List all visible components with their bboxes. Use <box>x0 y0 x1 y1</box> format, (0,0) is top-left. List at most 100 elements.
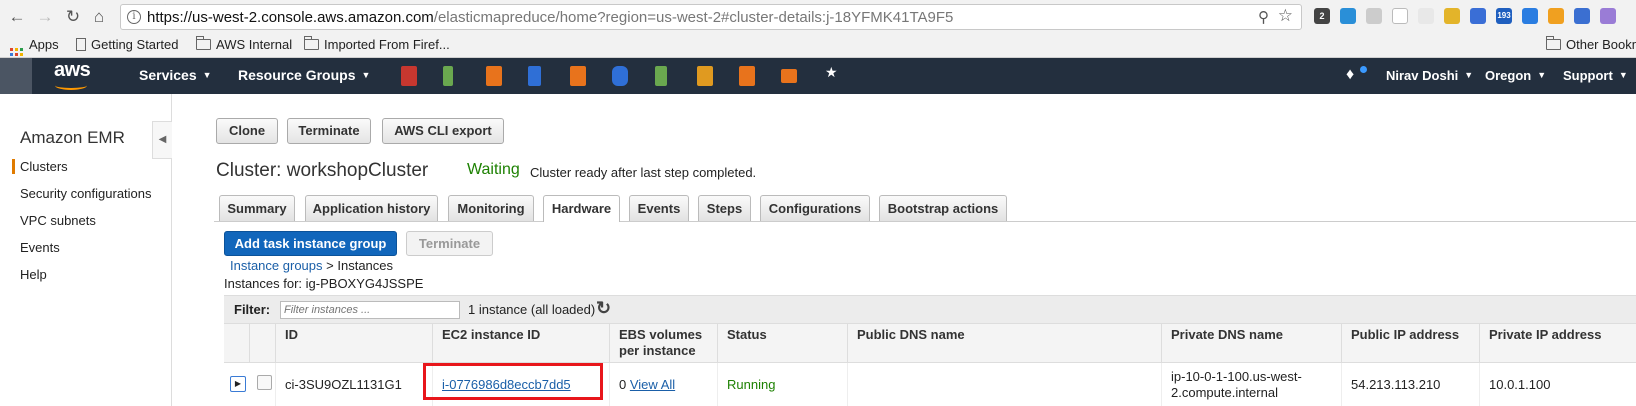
status-text: Running <box>727 376 776 392</box>
tab-summary[interactable]: Summary <box>219 195 295 221</box>
filter-instances-input[interactable] <box>280 301 460 319</box>
user-menu[interactable]: Nirav Doshi ▼ <box>1386 68 1473 83</box>
column-header-ec2-instance-id[interactable]: EC2 instance ID <box>432 324 609 364</box>
column-header-ebs-volumes[interactable]: EBS volumes per instance <box>609 324 717 364</box>
breadcrumb-current: Instances <box>337 258 394 273</box>
services-menu[interactable]: Services ▼ <box>139 67 212 83</box>
service-shortcut-icon[interactable] <box>655 66 667 86</box>
aws-cli-export-button[interactable]: AWS CLI export <box>382 118 504 144</box>
add-task-instance-group-button[interactable]: Add task instance group <box>224 231 397 256</box>
breadcrumb: Instance groups > Instances <box>230 258 393 273</box>
extension-icon[interactable] <box>1522 8 1538 24</box>
status-badge: Waiting <box>467 161 520 178</box>
service-shortcut-icon[interactable] <box>612 66 628 86</box>
service-shortcut-icon[interactable] <box>697 66 713 86</box>
aws-smile-icon <box>55 81 87 90</box>
header-stub <box>0 58 32 94</box>
row-checkbox[interactable] <box>257 375 272 390</box>
bookmark-label: Other Bookm <box>1566 37 1636 52</box>
url-path: /elasticmapreduce/home?region=us-west-2#… <box>433 9 954 26</box>
extension-icon[interactable] <box>1340 8 1356 24</box>
collapse-sidebar-button[interactable]: ◀ <box>152 121 172 159</box>
aws-logo-text: aws <box>54 59 91 81</box>
url-text[interactable]: https://us-west-2.console.aws.amazon.com… <box>147 9 953 26</box>
cell-private-dns: ip-10-0-1-100.us-west-2.compute.internal <box>1161 363 1341 406</box>
caret-down-icon: ▼ <box>1464 70 1474 80</box>
extension-icon[interactable] <box>1600 8 1616 24</box>
sidebar-item-security-configurations[interactable]: Security configurations <box>20 186 152 201</box>
service-shortcut-icon[interactable] <box>739 66 755 86</box>
column-header-status[interactable]: Status <box>717 324 847 364</box>
tab-events[interactable]: Events <box>629 195 689 221</box>
aws-logo[interactable]: aws <box>54 59 91 90</box>
tab-bootstrap-actions[interactable]: Bootstrap actions <box>879 195 1007 221</box>
private-ip-text: 10.0.1.100 <box>1489 376 1551 392</box>
extension-icon[interactable] <box>1418 8 1434 24</box>
address-bar[interactable]: i https://us-west-2.console.aws.amazon.c… <box>120 4 1302 30</box>
clone-button[interactable]: Clone <box>216 118 278 144</box>
chevron-left-icon: ◀ <box>158 134 167 145</box>
region-menu[interactable]: Oregon ▼ <box>1485 68 1546 83</box>
expand-row-icon[interactable]: ▶ <box>230 376 246 392</box>
service-shortcut-icon[interactable] <box>781 69 797 83</box>
service-shortcut-icon[interactable] <box>528 66 541 86</box>
extension-icon[interactable] <box>1444 8 1460 24</box>
column-header-public-dns[interactable]: Public DNS name <box>847 324 1161 364</box>
tab-monitoring[interactable]: Monitoring <box>448 195 534 221</box>
cell-ebs-volumes: 0 View All <box>609 363 717 406</box>
extension-icon[interactable] <box>1392 8 1408 24</box>
breadcrumb-instance-groups[interactable]: Instance groups <box>230 258 323 273</box>
caret-down-icon: ▼ <box>361 70 371 80</box>
support-menu[interactable]: Support ▼ <box>1563 68 1628 83</box>
caret-down-icon: ▼ <box>1618 70 1628 80</box>
service-shortcut-icon[interactable] <box>401 66 417 86</box>
sidebar-item-events[interactable]: Events <box>20 240 60 255</box>
bookmark-aws-internal[interactable]: AWS Internal <box>196 36 292 52</box>
tab-application-history[interactable]: Application history <box>305 195 438 221</box>
extension-icon[interactable] <box>1574 8 1590 24</box>
service-shortcut-icon[interactable] <box>486 66 502 86</box>
tab-configurations[interactable]: Configurations <box>760 195 870 221</box>
sidebar-item-help[interactable]: Help <box>20 267 47 282</box>
tab-steps[interactable]: Steps <box>698 195 751 221</box>
home-icon[interactable]: ⌂ <box>88 6 110 28</box>
region-label: Oregon <box>1485 68 1532 83</box>
page-title: Cluster: workshopCluster <box>216 160 429 181</box>
cell-public-ip: 54.213.113.210 <box>1341 363 1479 406</box>
breadcrumb-separator: > <box>326 258 334 273</box>
sidebar-item-vpc-subnets[interactable]: VPC subnets <box>20 213 96 228</box>
column-header-private-ip[interactable]: Private IP address <box>1479 324 1636 364</box>
column-header-id[interactable]: ID <box>275 324 432 364</box>
terminate-cluster-button[interactable]: Terminate <box>287 118 371 144</box>
tab-hardware[interactable]: Hardware <box>543 195 620 222</box>
public-ip-text: 54.213.113.210 <box>1351 376 1441 392</box>
extension-icon[interactable] <box>1548 8 1564 24</box>
sidebar-item-label: VPC subnets <box>20 213 96 228</box>
bookmark-star-icon[interactable]: ☆ <box>1278 6 1293 26</box>
forward-arrow-icon[interactable]: → <box>34 6 56 28</box>
column-header-private-dns[interactable]: Private DNS name <box>1161 324 1341 364</box>
sidebar-item-clusters[interactable]: Clusters <box>12 159 68 174</box>
caret-down-icon: ▼ <box>202 70 212 80</box>
bookmark-imported[interactable]: Imported From Firef... <box>304 36 450 52</box>
service-shortcut-icon[interactable] <box>443 66 453 86</box>
extension-icon[interactable] <box>1470 8 1486 24</box>
extension-icon[interactable]: 193 <box>1496 8 1512 24</box>
view-all-link[interactable]: View All <box>630 377 675 393</box>
service-shortcut-icon[interactable] <box>570 66 586 86</box>
resource-groups-menu[interactable]: Resource Groups ▼ <box>238 67 370 83</box>
extension-icon[interactable] <box>1366 8 1382 24</box>
zoom-icon[interactable]: ⚲ <box>1258 8 1269 26</box>
aws-header: aws Services ▼ Resource Groups ▼ ★ ♦ Nirav… <box>0 58 1636 94</box>
back-arrow-icon[interactable]: ← <box>6 6 28 28</box>
reload-icon[interactable]: ↻ <box>62 6 84 28</box>
bookmark-other[interactable]: Other Bookm <box>1546 36 1636 52</box>
column-header-public-ip[interactable]: Public IP address <box>1341 324 1479 364</box>
bookmark-getting-started[interactable]: Getting Started <box>76 37 178 52</box>
pin-icon[interactable]: ★ <box>825 64 841 84</box>
refresh-icon[interactable]: ↻ <box>596 298 611 319</box>
info-icon[interactable]: i <box>127 10 141 24</box>
bookmark-label: Imported From Firef... <box>324 37 450 52</box>
ebs-count: 0 <box>619 376 627 392</box>
extension-icon[interactable]: 2 <box>1314 8 1330 24</box>
